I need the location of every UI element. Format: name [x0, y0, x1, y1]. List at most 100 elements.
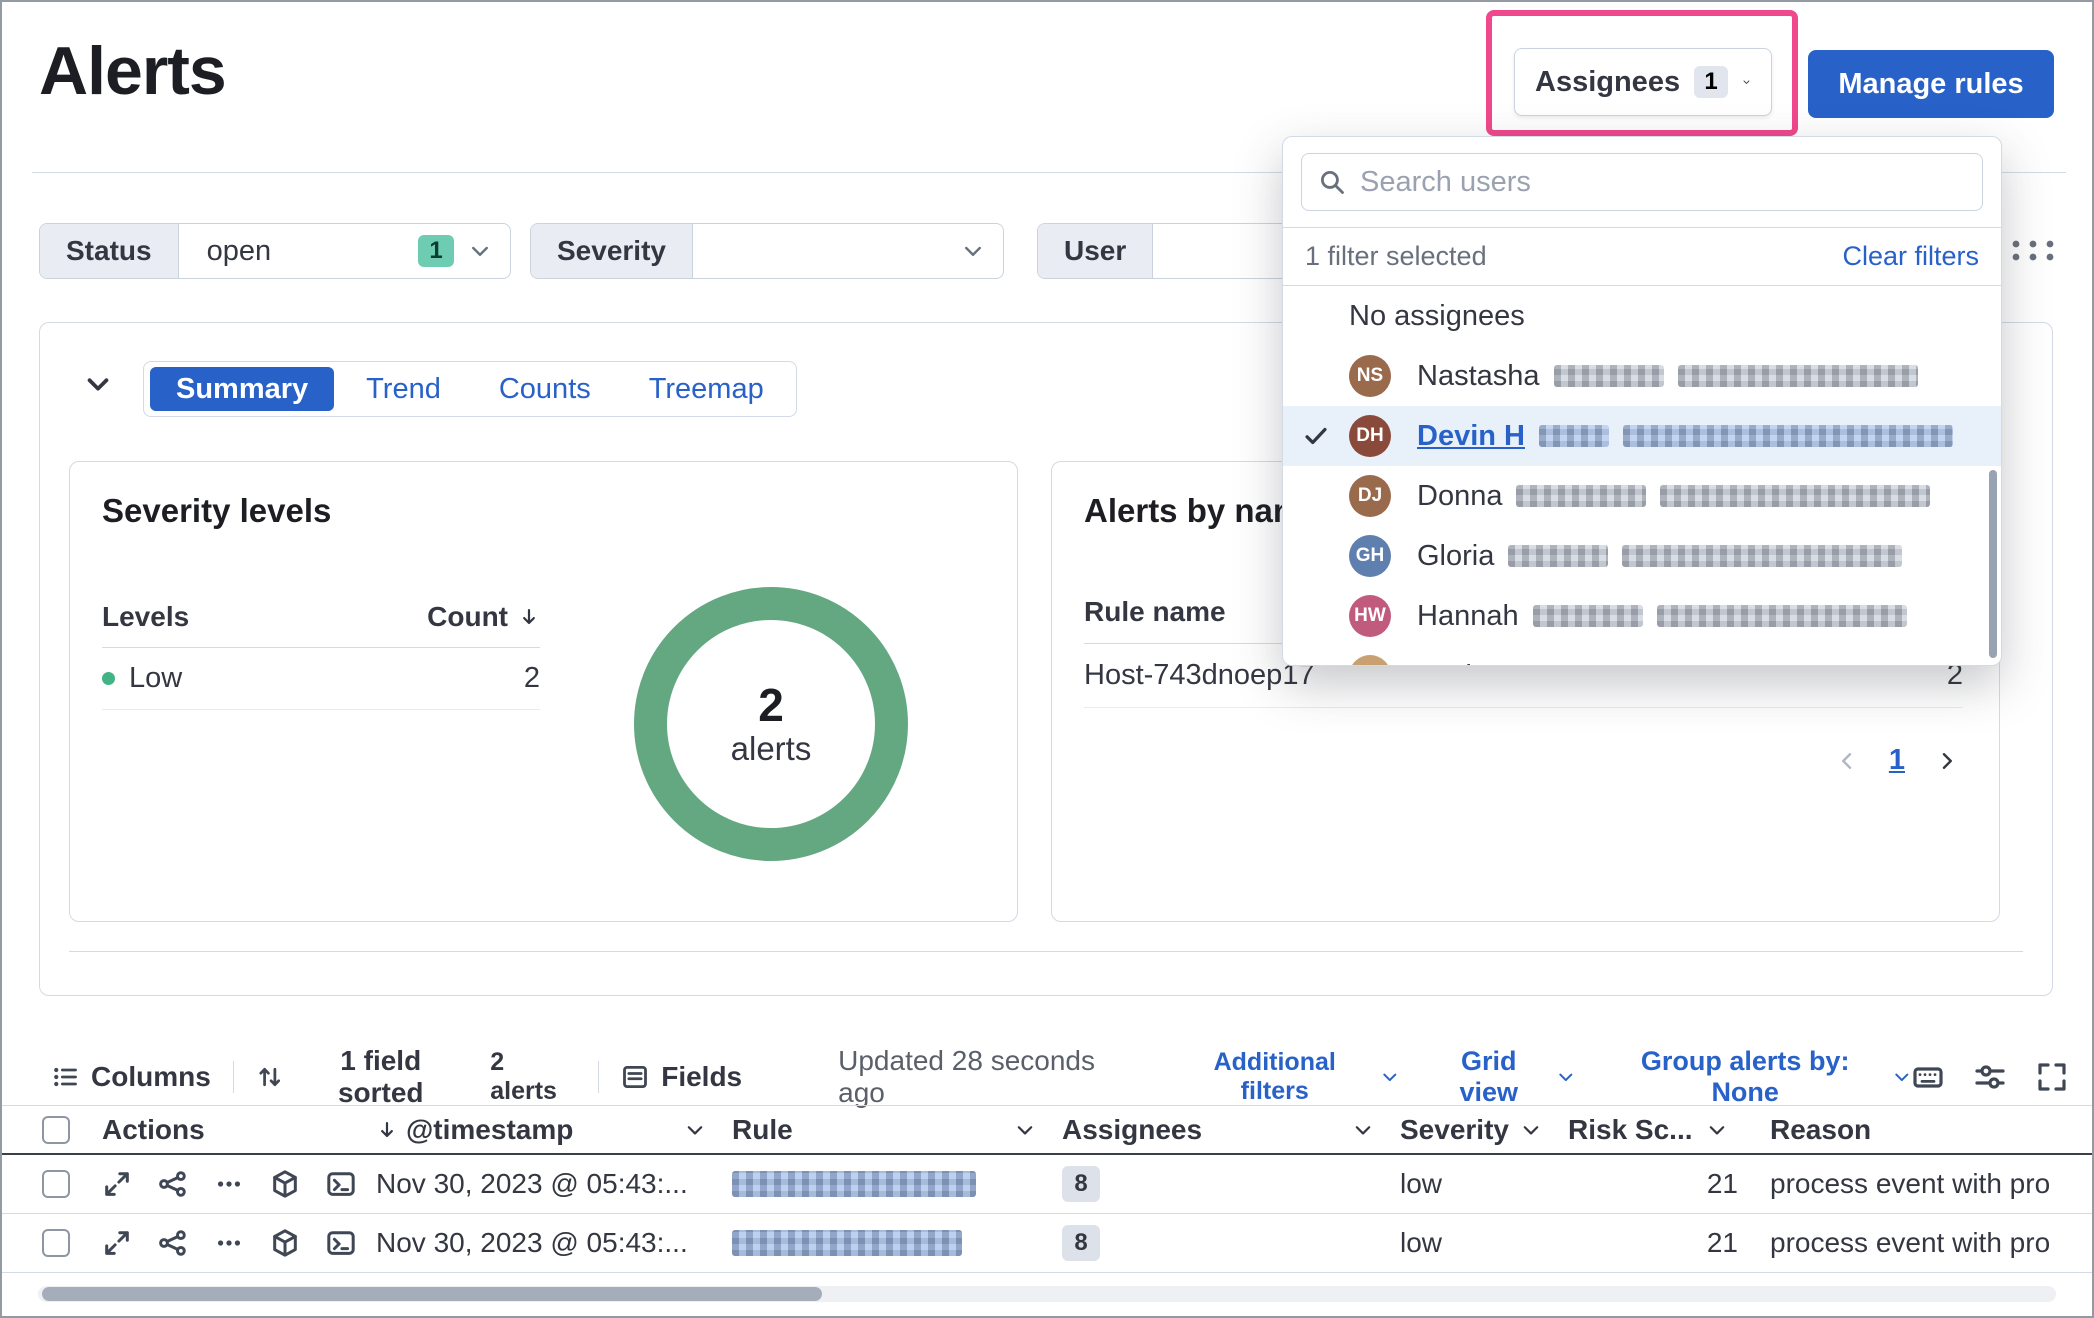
toolbar-separator [233, 1061, 234, 1093]
status-filter-value: open [207, 235, 272, 268]
more-actions-icon[interactable] [214, 1228, 244, 1258]
redacted-text [1539, 425, 1609, 447]
terminal-icon[interactable] [326, 1169, 356, 1199]
select-all-checkbox[interactable] [42, 1116, 70, 1144]
alert-row: Nov 30, 2023 @ 05:43:... 8 low 21 proces… [2, 1155, 2092, 1214]
analyze-event-icon[interactable] [158, 1228, 188, 1258]
sorted-fields-button[interactable]: 1 field sorted [256, 1045, 466, 1109]
column-menu-icon[interactable] [1352, 1119, 1374, 1141]
session-view-icon[interactable] [270, 1228, 300, 1258]
option-user[interactable]: DJ Donna [1283, 466, 2001, 526]
actions-header: Actions [102, 1114, 205, 1146]
terminal-icon[interactable] [326, 1228, 356, 1258]
column-menu-icon[interactable] [1706, 1119, 1728, 1141]
tab-trend[interactable]: Trend [340, 367, 467, 411]
keyboard-shortcuts-icon[interactable] [1912, 1061, 1944, 1093]
redacted-text [1533, 605, 1643, 627]
next-page-icon[interactable] [1935, 749, 1959, 773]
page-title: Alerts [39, 32, 226, 110]
clear-filters-button[interactable]: Clear filters [1842, 241, 1979, 272]
chevron-down-icon [1892, 1067, 1912, 1087]
fullscreen-icon[interactable] [2036, 1061, 2068, 1093]
option-no-assignees[interactable]: No assignees [1283, 286, 2001, 346]
chevron-down-icon [1556, 1067, 1576, 1087]
more-filters-icon[interactable] [2008, 236, 2058, 264]
reason-header[interactable]: Reason [1754, 1114, 2092, 1146]
low-severity-dot [102, 672, 115, 685]
filter-selected-text: 1 filter selected [1305, 241, 1487, 272]
avatar: HW [1349, 595, 1391, 637]
timestamp-header[interactable]: @timestamp [376, 1114, 732, 1146]
avatar: DJ [1349, 475, 1391, 517]
severity-card-title: Severity levels [102, 492, 331, 530]
rule-header[interactable]: Rule [732, 1114, 1062, 1146]
redacted-text [1657, 605, 1907, 627]
columns-button[interactable]: Columns [51, 1061, 211, 1093]
redacted-text [1554, 365, 1664, 387]
previous-page-icon[interactable] [1835, 749, 1859, 773]
column-menu-icon[interactable] [1014, 1119, 1036, 1141]
manage-rules-button[interactable]: Manage rules [1808, 50, 2054, 118]
assignee-avatar-badge[interactable]: 8 [1062, 1166, 1100, 1202]
severity-header[interactable]: Severity [1400, 1114, 1568, 1146]
row-checkbox[interactable] [42, 1229, 70, 1257]
assignees-option-list: No assignees NS Nastasha DH Devin H DJ D… [1283, 286, 2001, 666]
grid-settings-icon[interactable] [1974, 1061, 2006, 1093]
redacted-text [1630, 665, 1850, 666]
card-pagination: 1 [1835, 744, 1959, 777]
status-filter[interactable]: Status open 1 [39, 223, 511, 279]
expand-alert-icon[interactable] [102, 1228, 132, 1258]
assignees-popover: 1 filter selected Clear filters No assig… [1282, 136, 2002, 666]
row-checkbox[interactable] [42, 1170, 70, 1198]
assignee-avatar-badge[interactable]: 8 [1062, 1225, 1100, 1261]
group-alerts-by-button[interactable]: Group alerts by: None [1606, 1046, 1912, 1108]
severity-levels-card: Severity levels Levels Count Low 2 [69, 461, 1018, 922]
option-user[interactable]: NS Nastasha [1283, 346, 2001, 406]
assignees-header[interactable]: Assignees [1062, 1114, 1400, 1146]
redacted-rule-name[interactable] [732, 1230, 962, 1256]
more-actions-icon[interactable] [214, 1169, 244, 1199]
analyze-event-icon[interactable] [158, 1169, 188, 1199]
chevron-down-icon [1380, 1067, 1400, 1087]
option-user[interactable]: LH Leah [1283, 646, 2001, 666]
donut-center-label: 2 alerts [634, 587, 908, 861]
column-menu-icon[interactable] [1520, 1119, 1542, 1141]
popover-scrollbar-thumb[interactable] [1989, 470, 1997, 658]
option-user-selected[interactable]: DH Devin H [1283, 406, 2001, 466]
tab-counts[interactable]: Counts [473, 367, 617, 411]
assignees-filter-button[interactable]: Assignees 1 [1514, 48, 1772, 116]
grid-view-button[interactable]: Grid view [1429, 1046, 1576, 1108]
redacted-text [1508, 545, 1608, 567]
sort-down-icon [518, 606, 540, 628]
count-sort-header[interactable]: Count [427, 601, 540, 633]
search-users-input[interactable] [1360, 166, 1966, 199]
risk-score-header[interactable]: Risk Sc... [1568, 1114, 1754, 1146]
tab-summary[interactable]: Summary [150, 367, 334, 411]
assignees-search-area [1283, 137, 2001, 228]
avatar: LH [1349, 655, 1391, 666]
tab-treemap[interactable]: Treemap [623, 367, 790, 411]
fields-button[interactable]: Fields [621, 1061, 742, 1093]
additional-filters-button[interactable]: Additional filters [1178, 1048, 1399, 1106]
redacted-text [1660, 485, 1930, 507]
redacted-text [1623, 425, 1953, 447]
status-filter-label: Status [40, 224, 179, 278]
alerts-page: Alerts Assignees 1 Manage rules Status o… [0, 0, 2094, 1318]
severity-filter[interactable]: Severity [530, 223, 1004, 279]
page-number[interactable]: 1 [1889, 744, 1905, 777]
avatar: DH [1349, 415, 1391, 457]
timestamp-cell: Nov 30, 2023 @ 05:43:... [376, 1227, 732, 1259]
option-user[interactable]: HW Hannah [1283, 586, 2001, 646]
sort-descending-icon [376, 1119, 398, 1141]
redacted-text [1678, 365, 1918, 387]
collapse-charts-icon[interactable] [83, 369, 113, 399]
alerts-table-toolbar: Columns 1 field sorted 2 alerts Fields U… [51, 1050, 2068, 1104]
session-view-icon[interactable] [270, 1169, 300, 1199]
redacted-rule-name[interactable] [732, 1171, 976, 1197]
horizontal-scrollbar-thumb[interactable] [42, 1287, 822, 1301]
timestamp-cell: Nov 30, 2023 @ 05:43:... [376, 1168, 732, 1200]
columns-icon [51, 1063, 79, 1091]
option-user[interactable]: GH Gloria [1283, 526, 2001, 586]
expand-alert-icon[interactable] [102, 1169, 132, 1199]
column-menu-icon[interactable] [684, 1119, 706, 1141]
